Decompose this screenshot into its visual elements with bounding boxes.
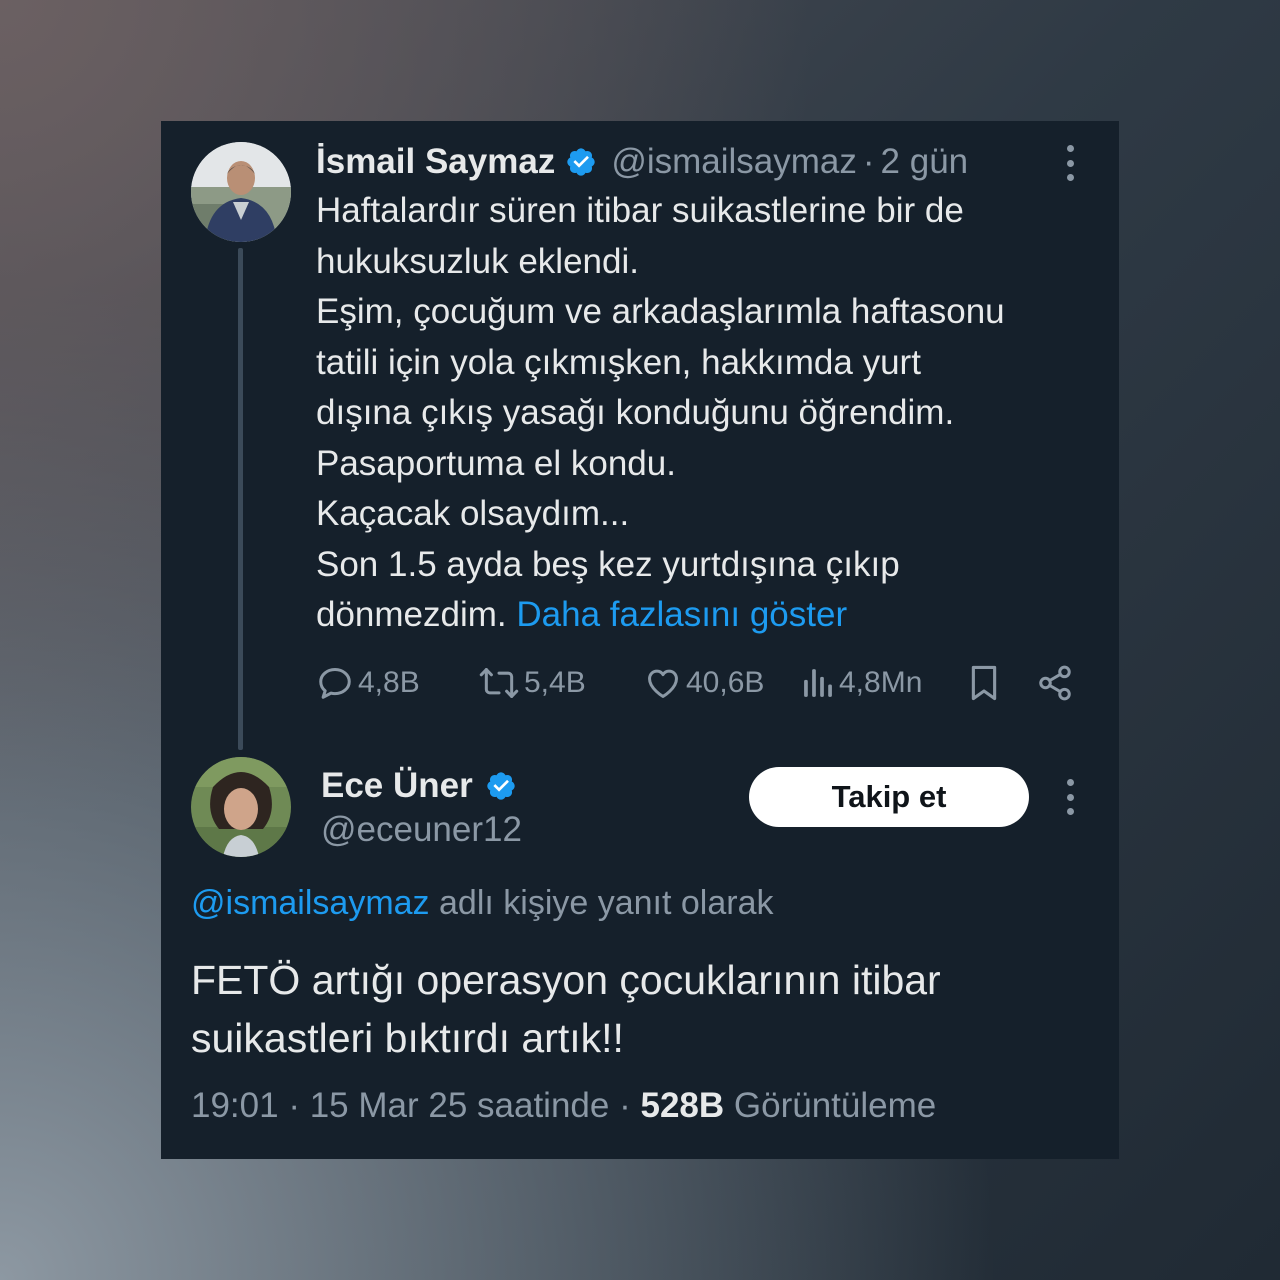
author-handle[interactable]: @ismailsaymaz [611,142,857,182]
more-options-icon[interactable] [1064,779,1076,815]
follow-button[interactable]: Takip et [749,767,1029,827]
reply-tweet-text: FETÖ artığı operasyon çocuklarının itiba… [191,951,1091,1067]
like-count: 40,6B [686,666,765,699]
reply-tweet-header: Ece Üner @eceuner12 [321,763,522,850]
author-name[interactable]: Ece Üner [321,766,473,806]
verified-badge-icon [565,146,597,178]
tweet-text-line: hukuksuzluk eklendi. [316,241,639,281]
tweet-text-line: dışına çıkış yasağı konduğunu öğrendim. [316,393,955,432]
tweet-time-ago[interactable]: 2 gün [881,142,969,182]
header-separator: · [862,142,875,181]
meta-separator: · [619,1086,631,1125]
tweet-action-bar: 4,8B 5,4B 40,6B 4,8Mn [316,661,1076,705]
tweet-text-line: Haftalardır süren itibar suikastlerine b… [316,191,964,230]
share-icon [1039,665,1071,701]
avatar-ismail-saymaz[interactable] [191,142,291,242]
tweet-text-line: Son 1.5 ayda beş kez yurtdışına çıkıp [316,544,900,584]
reply-button[interactable]: 4,8B [316,661,420,705]
like-icon [648,669,678,698]
tweet-text-line: FETÖ artığı operasyon çocuklarının itiba… [191,957,941,1003]
views-icon [804,669,832,697]
original-tweet-text: Haftalardır süren itibar suikastlerine b… [316,186,1106,641]
more-options-icon[interactable] [1064,145,1076,181]
tweet-text-line: Kaçacak olsaydım... [316,494,630,533]
author-handle[interactable]: @eceuner12 [321,810,522,850]
retweet-icon [479,668,519,698]
thread-connector-line [238,248,243,750]
tweet-text-line: suikastleri bıktırdı artık!! [191,1015,624,1061]
tweet-text-fragment: dönmezdim. [316,595,507,634]
retweet-count: 5,4B [524,666,586,699]
tweet-text-line: tatili için yola çıkmışken, hakkımda yur… [316,342,921,382]
views-count: 528B [640,1086,725,1125]
reply-icon [319,668,351,699]
bookmark-icon [971,665,997,701]
avatar-image [191,142,291,242]
bookmark-button[interactable] [966,661,1002,705]
replying-to: @ismailsaymaz adlı kişiye yanıt olarak [191,884,774,923]
show-more-link[interactable]: Daha fazlasını göster [516,595,847,634]
tweet-text-line: Eşim, çocuğum ve arkadaşlarımla haftason… [316,292,1005,331]
verified-badge-icon [485,770,517,802]
author-name[interactable]: İsmail Saymaz [316,142,555,182]
tweet-meta: 19:01 · 15 Mar 25 saatinde · 528B Görünt… [191,1086,936,1126]
share-button[interactable] [1036,661,1074,705]
tweet-time[interactable]: 19:01 [191,1086,279,1125]
retweet-button[interactable]: 5,4B [478,661,586,705]
replying-to-handle[interactable]: @ismailsaymaz [191,884,430,922]
tweet-text-line: Pasaportuma el kondu. [316,443,676,483]
view-count: 4,8Mn [839,666,923,699]
tweet-date[interactable]: 15 Mar 25 saatinde [310,1086,610,1125]
reply-count: 4,8B [358,666,420,699]
views-label: Görüntüleme [733,1086,937,1125]
avatar-image [191,757,291,857]
replying-to-text: adlı kişiye yanıt olarak [439,884,774,922]
tweet-card: İsmail Saymaz @ismailsaymaz · 2 gün Haft… [161,121,1119,1159]
like-button[interactable]: 40,6B [644,661,764,705]
avatar-ece-uner[interactable] [191,757,291,857]
tweet-text-line-last: dönmezdim. Daha fazlasını göster [316,590,1106,641]
meta-separator: · [288,1086,300,1125]
original-tweet-header: İsmail Saymaz @ismailsaymaz · 2 gün [316,139,968,185]
views-button[interactable]: 4,8Mn [801,661,922,705]
